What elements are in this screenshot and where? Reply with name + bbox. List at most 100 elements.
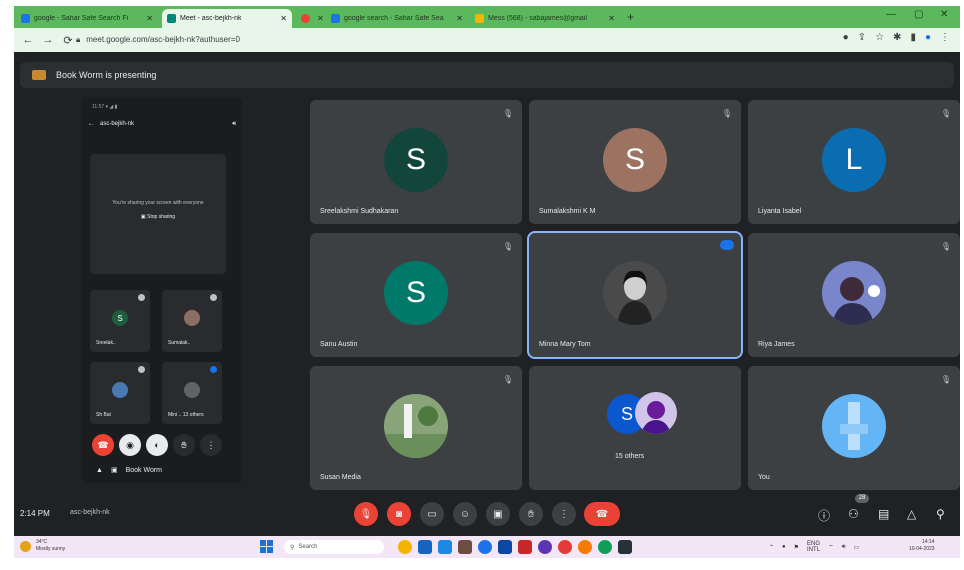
browser-tab-3[interactable]: ✕ bbox=[296, 9, 324, 28]
tray-app-icon[interactable]: ⚑ bbox=[794, 544, 799, 551]
more-options-icon[interactable]: ⋮ bbox=[200, 434, 222, 456]
new-tab-icon[interactable]: + bbox=[627, 10, 634, 24]
language-indicator[interactable]: ENG INTL bbox=[807, 541, 820, 553]
mic-off-icon: 🎙︎ bbox=[502, 375, 513, 384]
close-tab-icon[interactable]: ✕ bbox=[608, 14, 615, 23]
app-icon[interactable] bbox=[458, 540, 472, 554]
mini-participant-tile[interactable]: Sumalak.. bbox=[162, 290, 222, 352]
tray-app-icon[interactable]: ● bbox=[782, 544, 786, 550]
present-icon: ▣ bbox=[110, 467, 118, 474]
chat-icon[interactable]: ▤ bbox=[878, 507, 889, 521]
more-options-icon[interactable]: ⋮ bbox=[552, 502, 576, 526]
browser-tab-meet[interactable]: Meet - asc-bejkh-nk ✕ bbox=[162, 9, 292, 28]
url-text: meet.google.com/asc-bejkh-nk?authuser=0 bbox=[86, 35, 240, 44]
end-call-icon[interactable]: ☎ bbox=[92, 434, 114, 456]
people-icon[interactable]: ⚇ bbox=[848, 507, 859, 521]
recording-indicator-icon[interactable]: ● bbox=[843, 32, 849, 43]
participant-tile[interactable]: 🎙︎ S Sumalakshmi K M bbox=[529, 100, 741, 224]
app-icon[interactable] bbox=[398, 540, 412, 554]
close-tab-icon[interactable]: ✕ bbox=[317, 14, 324, 23]
camera-off-icon[interactable]: ◙ bbox=[387, 502, 411, 526]
participant-tile[interactable]: 🎙︎ L Liyanta Isabel bbox=[748, 100, 960, 224]
captions-icon[interactable]: ▭ bbox=[420, 502, 444, 526]
forward-arrow-icon[interactable]: → bbox=[42, 34, 54, 46]
sharing-message: You're sharing your screen with everyone bbox=[112, 200, 204, 206]
presenter-name: Book Worm bbox=[125, 466, 162, 474]
tab-label: Meet - asc-bejkh-nk bbox=[180, 15, 242, 22]
mini-avatar bbox=[112, 382, 128, 398]
mail-favicon-icon bbox=[475, 14, 484, 23]
participant-tile-self[interactable]: 🎙︎ You bbox=[748, 366, 960, 490]
stop-sharing-label: Stop sharing bbox=[147, 214, 176, 220]
participant-name: You bbox=[758, 474, 770, 481]
window-close-icon[interactable]: ✕ bbox=[940, 9, 948, 20]
reload-icon[interactable]: ⟳ bbox=[62, 34, 74, 47]
close-tab-icon[interactable]: ✕ bbox=[146, 14, 153, 23]
participant-tile[interactable]: 🎙︎ Susan Media bbox=[310, 366, 522, 490]
mic-off-icon[interactable]: 🎙︎ bbox=[354, 502, 378, 526]
battery-icon[interactable]: ▭ bbox=[853, 544, 859, 551]
presentation-view[interactable]: 11:57 ▾ ◢ ▮ ← asc-bejkh-nk 🔊︎ You're sha… bbox=[82, 98, 242, 483]
app-icon[interactable] bbox=[518, 540, 532, 554]
participant-tile[interactable]: 🎙︎ S Sreelakshmi Sudhakaran bbox=[310, 100, 522, 224]
bookmark-star-icon[interactable]: ☆ bbox=[875, 32, 884, 43]
app-icon[interactable] bbox=[578, 540, 592, 554]
speaker-icon[interactable]: 🔊︎ bbox=[232, 121, 236, 128]
search-icon: ⚲ bbox=[290, 544, 295, 551]
taskbar-clock[interactable]: 14:14 10-04-2023 bbox=[909, 539, 935, 553]
app-icon[interactable] bbox=[538, 540, 552, 554]
mic-off-icon: 🎙︎ bbox=[502, 109, 513, 118]
volume-icon[interactable]: 🔊︎ bbox=[842, 544, 846, 551]
chevron-up-icon[interactable]: ⌃ bbox=[769, 544, 774, 551]
address-bar[interactable]: 🔒︎ meet.google.com/asc-bejkh-nk?authuser… bbox=[76, 31, 776, 48]
browser-tab-1[interactable]: google - Sahar Safe Search Fi ✕ bbox=[16, 9, 158, 28]
app-icon[interactable] bbox=[618, 540, 632, 554]
back-arrow-icon[interactable]: ← bbox=[88, 121, 94, 127]
mic-icon[interactable]: ◐ bbox=[146, 434, 168, 456]
profile-avatar-icon[interactable]: ● bbox=[925, 32, 931, 43]
share-icon[interactable]: ⇪ bbox=[858, 32, 866, 43]
mini-participant-tile[interactable]: Sh Bal bbox=[90, 362, 150, 424]
recording-favicon-icon bbox=[301, 14, 310, 23]
participant-tile[interactable]: 🎙︎ Riya James bbox=[748, 233, 960, 357]
windows-start-icon[interactable] bbox=[260, 540, 274, 554]
mini-participant-tile[interactable]: Mini .. 13 others bbox=[162, 362, 222, 424]
raise-hand-icon[interactable]: ✋︎ bbox=[173, 434, 195, 456]
raise-hand-icon[interactable]: ✋︎ bbox=[519, 502, 543, 526]
extensions-icon[interactable]: ✱ bbox=[893, 32, 901, 43]
participant-tile-group[interactable]: S 15 others bbox=[529, 366, 741, 490]
emoji-icon[interactable]: ☺ bbox=[453, 502, 477, 526]
browser-menu-icon[interactable]: ⋮ bbox=[940, 32, 950, 43]
file-explorer-icon[interactable] bbox=[418, 540, 432, 554]
minimize-icon[interactable]: — bbox=[886, 9, 896, 20]
sidebar-icon[interactable]: ▮ bbox=[910, 32, 916, 43]
wifi-icon[interactable]: ⌔ bbox=[828, 543, 834, 551]
app-icon[interactable] bbox=[498, 540, 512, 554]
weather-widget[interactable]: 34°C Mostly sunny bbox=[20, 539, 65, 553]
app-icon[interactable] bbox=[478, 540, 492, 554]
participant-tile[interactable]: 🎙︎ S Sanu Austin bbox=[310, 233, 522, 357]
edge-icon[interactable] bbox=[438, 540, 452, 554]
info-icon[interactable]: ⓘ bbox=[818, 507, 830, 524]
close-tab-icon[interactable]: ✕ bbox=[280, 14, 287, 23]
camera-icon[interactable]: ◉ bbox=[119, 434, 141, 456]
chrome-icon[interactable] bbox=[598, 540, 612, 554]
present-icon[interactable]: ▣ bbox=[486, 502, 510, 526]
host-controls-icon[interactable]: ⚲ bbox=[936, 507, 945, 521]
browser-tab-4[interactable]: google search - Sahar Safe Sea ✕ bbox=[326, 9, 468, 28]
stop-sharing-button[interactable]: ▣ Stop sharing bbox=[90, 214, 226, 220]
presenter-bar: ▲ ▣ Book Worm bbox=[96, 466, 162, 475]
back-arrow-icon[interactable]: ← bbox=[22, 34, 34, 46]
taskbar-search[interactable]: ⚲ Search bbox=[284, 540, 384, 554]
close-tab-icon[interactable]: ✕ bbox=[456, 14, 463, 23]
browser-tab-5[interactable]: Mess (568) - sabajames@gmail ✕ bbox=[470, 9, 620, 28]
end-call-icon[interactable]: ☎ bbox=[584, 502, 620, 526]
opera-icon[interactable] bbox=[558, 540, 572, 554]
mini-participant-tile[interactable]: S Sreelak.. bbox=[90, 290, 150, 352]
activities-icon[interactable]: △ bbox=[907, 507, 916, 521]
maximize-icon[interactable]: ▢ bbox=[914, 9, 923, 20]
participant-tile-speaking[interactable]: Minna Mary Tom bbox=[527, 231, 743, 359]
activity-icon bbox=[210, 366, 217, 373]
search-placeholder: Search bbox=[298, 544, 318, 550]
meeting-code: asc-bejkh-nk bbox=[70, 509, 110, 516]
